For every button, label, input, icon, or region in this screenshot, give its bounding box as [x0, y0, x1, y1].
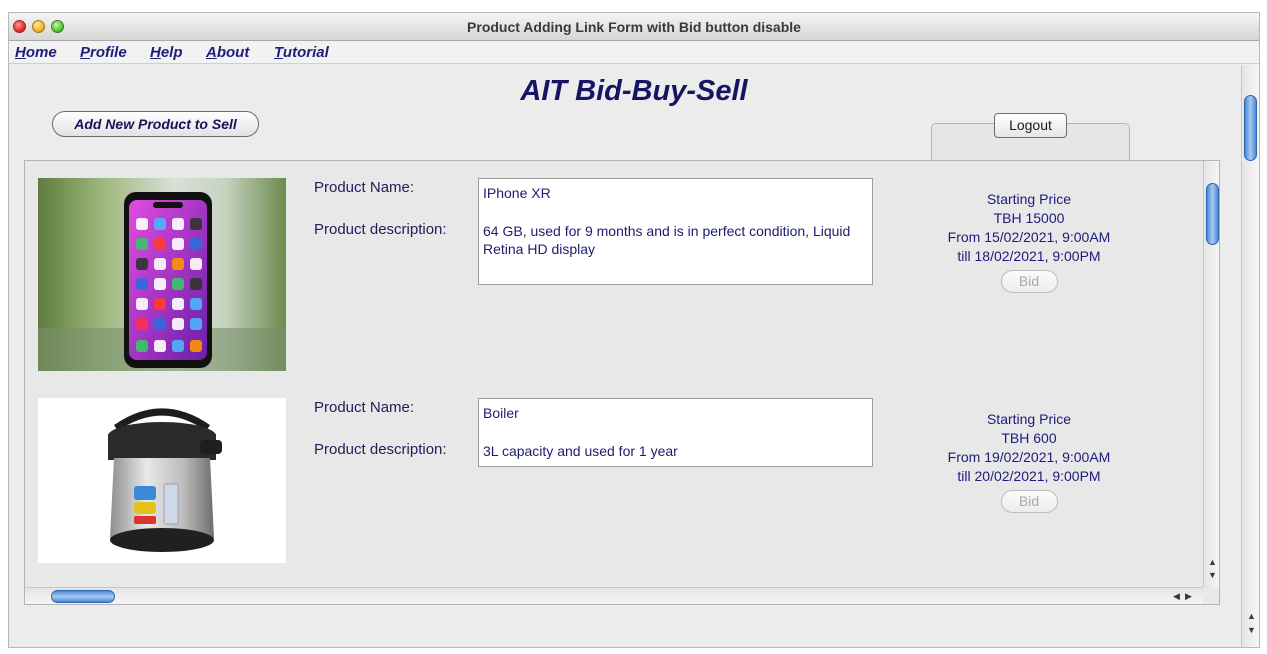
product-details-field[interactable]: IPhone XR 64 GB, used for 9 months and i…	[478, 178, 873, 285]
bid-end-date: till 20/02/2021, 9:00PM	[957, 468, 1101, 484]
app-window: Product Adding Link Form with Bid button…	[8, 12, 1260, 648]
starting-price-label: Starting Price	[986, 411, 1072, 427]
bid-start-date: From 15/02/2021, 9:00AM	[947, 229, 1111, 245]
inner-vertical-scroll-thumb[interactable]	[1206, 183, 1219, 245]
menu-home-label: ome	[25, 44, 57, 61]
product-name-value: IPhone XR	[483, 185, 551, 201]
scroll-down-arrow-icon[interactable]: ▼	[1208, 570, 1217, 580]
product-description-value: 3L capacity and used for 1 year	[483, 443, 678, 459]
menu-about[interactable]: About	[206, 44, 249, 61]
outer-vertical-scrollbar[interactable]: ▲ ▼	[1241, 65, 1259, 647]
menu-about-label: bout	[216, 44, 250, 61]
price-info: Starting Price TBH 600 From 19/02/2021, …	[924, 410, 1134, 513]
menu-bar: Home Profile Help About Tutorial	[9, 41, 1259, 64]
menu-help-label: elp	[160, 44, 183, 61]
title-bar: Product Adding Link Form with Bid button…	[9, 13, 1259, 41]
outer-vertical-scroll-thumb[interactable]	[1244, 95, 1257, 161]
starting-price-label: Starting Price	[986, 191, 1072, 207]
logout-button[interactable]: Logout	[994, 113, 1067, 138]
product-row: Product Name: Product description: Boile…	[25, 398, 1195, 598]
product-description-label: Product description:	[314, 441, 447, 458]
menu-profile[interactable]: Profile	[80, 44, 127, 61]
scroll-up-arrow-icon[interactable]: ▲	[1208, 557, 1217, 567]
menu-home-mnemonic: H	[15, 44, 26, 61]
starting-price-value: TBH 15000	[993, 210, 1065, 226]
product-name-label: Product Name:	[314, 399, 415, 416]
product-row: Product Name: Product description: IPhon…	[25, 178, 1195, 378]
product-details-field[interactable]: Boiler 3L capacity and used for 1 year	[478, 398, 873, 467]
bid-end-date: till 18/02/2021, 9:00PM	[957, 248, 1101, 264]
menu-tutorial-label: utorial	[282, 44, 329, 61]
starting-price-value: TBH 600	[1001, 430, 1057, 446]
inner-horizontal-scroll-thumb[interactable]	[51, 590, 115, 603]
product-name-value: Boiler	[483, 405, 519, 421]
product-description-value: 64 GB, used for 9 months and is in perfe…	[483, 223, 851, 257]
menu-help-mnemonic: H	[150, 44, 161, 61]
bid-start-date: From 19/02/2021, 9:00AM	[947, 449, 1111, 465]
price-info: Starting Price TBH 15000 From 15/02/2021…	[924, 190, 1134, 293]
bid-button-disabled[interactable]: Bid	[1000, 270, 1058, 293]
menu-home[interactable]: Home	[15, 44, 57, 61]
menu-tutorial-mnemonic: T	[274, 44, 283, 61]
scroll-right-arrow-icon[interactable]: ▶	[1185, 591, 1192, 602]
outer-scroll-up-arrow-icon[interactable]: ▲	[1247, 611, 1256, 621]
product-name-label: Product Name:	[314, 179, 415, 196]
product-description-label: Product description:	[314, 221, 447, 238]
boiler-illustration	[108, 408, 222, 552]
outer-scroll-down-arrow-icon[interactable]: ▼	[1247, 625, 1256, 635]
menu-tutorial[interactable]: Tutorial	[274, 44, 329, 61]
inner-horizontal-scrollbar[interactable]: ◀ ▶	[25, 587, 1203, 604]
electric-boiler-photo-icon	[38, 398, 286, 563]
window-title: Product Adding Link Form with Bid button…	[467, 19, 801, 35]
add-new-product-button[interactable]: Add New Product to Sell	[52, 111, 259, 137]
bid-button-disabled[interactable]: Bid	[1000, 490, 1058, 513]
app-title: AIT Bid-Buy-Sell	[520, 75, 748, 107]
scroll-left-arrow-icon[interactable]: ◀	[1173, 591, 1180, 602]
smartphone-photo-icon	[38, 178, 286, 371]
menu-profile-mnemonic: P	[80, 44, 91, 61]
inner-vertical-scrollbar[interactable]: ▲ ▼	[1203, 161, 1219, 587]
menu-profile-label: rofile	[90, 44, 127, 61]
menu-about-mnemonic: A	[206, 44, 217, 61]
product-list-panel: Product Name: Product description: IPhon…	[24, 160, 1220, 605]
smartphone-illustration	[38, 192, 286, 371]
menu-help[interactable]: Help	[150, 44, 183, 61]
